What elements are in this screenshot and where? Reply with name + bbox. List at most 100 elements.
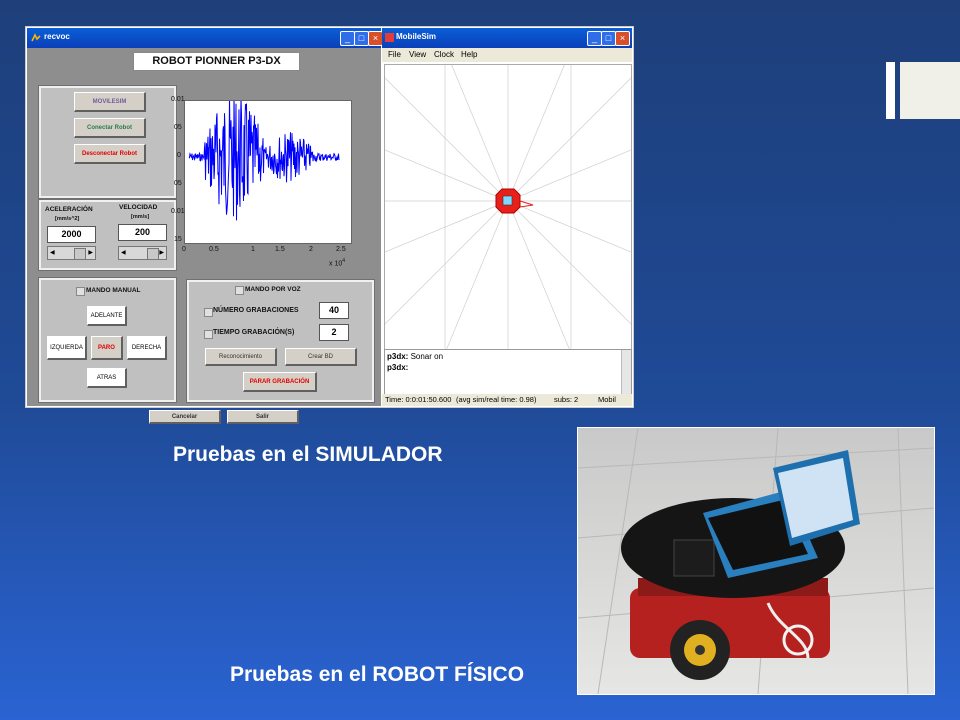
screenshot-frame: recvoc _ □ × ROBOT PIONNER P3-DX MOVILES…: [25, 0, 908, 601]
sonar-ray: [507, 0, 592, 202]
x-tick: 0: [182, 246, 186, 253]
mobilesim-log: p3dx: Sonar on p3dx:: [384, 349, 632, 395]
recvoc-window: recvoc _ □ × ROBOT PIONNER P3-DX MOVILES…: [27, 28, 383, 424]
log-scrollbar[interactable]: [621, 350, 631, 394]
tiempo-grabacion-input[interactable]: 2: [319, 324, 349, 341]
cancelar-button[interactable]: Cancelar: [149, 410, 221, 424]
log-line: p3dx: Sonar on: [387, 352, 443, 361]
velocidad-slider[interactable]: ◀ ▶: [118, 246, 167, 260]
sonar-ray: [507, 200, 662, 571]
status-time: Time: 0:0:01:50.600: [385, 395, 452, 404]
recvoc-window-title: recvoc: [44, 32, 70, 41]
adelante-button[interactable]: ADELANTE: [87, 306, 127, 326]
y-tick: 0: [177, 152, 181, 159]
mando-voz-title: MANDO POR VOZ: [245, 286, 301, 293]
salir-button[interactable]: Salir: [227, 410, 299, 424]
log-line: p3dx:: [387, 363, 408, 372]
x-scale-exponent: 4: [342, 258, 346, 264]
tiempo-radio[interactable]: [204, 330, 213, 339]
numero-grabaciones-label: NÚMERO GRABACIONES: [213, 307, 299, 314]
sonar-ray: [507, 0, 710, 202]
desconectar-robot-button[interactable]: Desconectar Robot: [74, 144, 146, 164]
derecha-button[interactable]: DERECHA: [127, 336, 167, 360]
manual-radio[interactable]: [76, 287, 85, 296]
velocidad-label: VELOCIDAD: [119, 204, 158, 211]
x-tick: 1.5: [275, 246, 285, 253]
reconocimiento-button[interactable]: Reconocimiento: [205, 348, 277, 366]
crear-bd-button[interactable]: Crear BD: [285, 348, 357, 366]
matlab-icon: [31, 33, 41, 42]
slider-thumb[interactable]: [74, 248, 86, 260]
robot-title: ROBOT PIONNER P3-DX: [133, 52, 300, 71]
aceleracion-label: ACELERACIÓN: [45, 206, 93, 213]
sonar-ray: [507, 200, 878, 355]
atras-button[interactable]: ATRAS: [87, 368, 127, 388]
y-tick: 05: [174, 124, 182, 131]
tiempo-grabacion-label: TIEMPO GRABACIÓN(S): [213, 329, 295, 336]
slider-right-arrow-icon[interactable]: ▶: [88, 249, 93, 256]
maximize-button[interactable]: □: [354, 31, 369, 46]
menu-file[interactable]: File: [388, 50, 401, 59]
mobilesim-menubar: File View Clock Help: [382, 48, 632, 62]
x-tick: 2: [309, 246, 313, 253]
recvoc-body: ROBOT PIONNER P3-DX MOVILESIM Conectar R…: [27, 48, 381, 424]
menu-help[interactable]: Help: [461, 50, 477, 59]
sonar-ray: [224, 200, 509, 485]
simulation-canvas[interactable]: [108, 0, 908, 601]
robot-photo: [577, 427, 935, 695]
velocidad-unit: [mm/s]: [131, 214, 150, 220]
izquierda-button[interactable]: IZQUIERDA: [47, 336, 87, 360]
y-tick: 0.01: [171, 96, 185, 103]
waveform-svg: [188, 92, 340, 221]
recvoc-titlebar[interactable]: recvoc _ □ ×: [27, 28, 383, 48]
status-avg: (avg sim/real time: 0.98): [456, 395, 537, 404]
conectar-robot-button[interactable]: Conectar Robot: [74, 118, 146, 138]
caption-simulador: Pruebas en el SIMULADOR: [173, 443, 443, 466]
mobilesim-icon: [385, 33, 394, 42]
caption-fisico: Pruebas en el ROBOT FÍSICO: [230, 663, 525, 686]
y-tick: 15: [174, 236, 182, 243]
x-scale-label: x 104: [329, 258, 345, 267]
sonar-ray: [507, 47, 878, 202]
mando-manual-title: MANDO MANUAL: [86, 287, 141, 294]
slider-left-arrow-icon[interactable]: ◀: [121, 249, 126, 256]
sonar-ray: [354, 200, 509, 571]
sonar-ray: [138, 47, 509, 202]
x-scale-text: x 10: [329, 260, 343, 268]
num-radio[interactable]: [204, 308, 213, 317]
mobilesim-window-title: MobileSim: [396, 32, 437, 41]
y-tick: 05: [174, 180, 182, 187]
mobilesim-titlebar[interactable]: MobileSim _ □ ×: [382, 28, 632, 48]
mobilesim-window: MobileSim _ □ × File View Clock Help p3d…: [108, 0, 908, 601]
x-tick: 0.5: [209, 246, 219, 253]
movilesim-button[interactable]: MOVILESIM: [74, 92, 146, 112]
paro-button[interactable]: PARO: [91, 336, 123, 360]
robot-center-marker: [502, 195, 513, 206]
sonar-ray: [507, 200, 792, 485]
close-button[interactable]: ×: [368, 31, 383, 46]
audio-waveform-plot: [184, 92, 352, 244]
minimize-button[interactable]: _: [587, 31, 602, 46]
aceleracion-input[interactable]: 2000: [47, 226, 96, 243]
waveform-line: [188, 92, 340, 221]
parar-grabacion-button[interactable]: PARAR GRABACIÓN: [243, 372, 317, 392]
maximize-button[interactable]: □: [601, 31, 616, 46]
decorative-bar: [886, 62, 895, 119]
voz-radio[interactable]: [235, 286, 244, 295]
minimize-button[interactable]: _: [340, 31, 355, 46]
mobilesim-statusbar: Time: 0:0:01:50.600 (avg sim/real time: …: [382, 394, 632, 406]
close-button[interactable]: ×: [615, 31, 630, 46]
robot-heading: [519, 200, 534, 208]
slider-thumb[interactable]: [147, 248, 159, 260]
sonar-ray: [306, 0, 509, 202]
menu-clock[interactable]: Clock: [434, 50, 454, 59]
y-tick: 0.01: [171, 208, 185, 215]
aceleracion-slider[interactable]: ◀ ▶: [47, 246, 96, 260]
slider-left-arrow-icon[interactable]: ◀: [50, 249, 55, 256]
numero-grabaciones-input[interactable]: 40: [319, 302, 349, 319]
slider-right-arrow-icon[interactable]: ▶: [159, 249, 164, 256]
x-tick: 2.5: [336, 246, 346, 253]
velocidad-input[interactable]: 200: [118, 224, 167, 241]
menu-view[interactable]: View: [409, 50, 426, 59]
log-source: p3dx:: [387, 363, 409, 372]
